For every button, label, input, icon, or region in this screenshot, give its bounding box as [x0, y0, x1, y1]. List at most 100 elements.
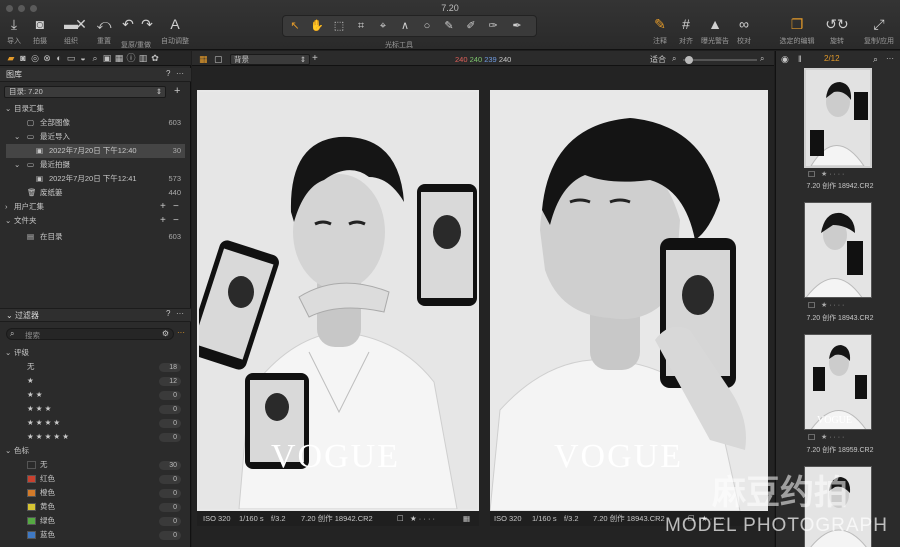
detail-tab-icon[interactable]: ◒ — [78, 53, 88, 63]
rating-row[interactable]: ★ 12 — [0, 374, 191, 388]
color-tag-row[interactable]: 黄色 0 — [0, 500, 191, 514]
plugin-tab-icon[interactable]: ✿ — [150, 53, 160, 63]
thumbnail-18959[interactable]: VOGUE — [804, 334, 872, 430]
recent-imports-item[interactable]: ⌄ ▭ 最近导入 — [0, 130, 191, 144]
folders-group[interactable]: ⌄ 文件夹 + − — [0, 214, 191, 228]
more-icon[interactable]: ··· — [176, 69, 184, 78]
metadata-tab-icon[interactable]: ⓘ — [126, 53, 136, 63]
add-icon[interactable]: + — [160, 200, 166, 214]
rating-row[interactable]: ★ ★ 0 — [0, 388, 191, 402]
add-catalog-icon[interactable]: + — [174, 85, 180, 97]
zoom-out-icon[interactable]: ⌕ — [672, 54, 676, 64]
pan-cursor-tool[interactable]: ✋ — [306, 15, 328, 37]
spot-cursor-tool[interactable]: ○ — [416, 15, 438, 37]
grid-button[interactable]: # 对齐 — [676, 15, 696, 49]
import-session-item[interactable]: ▣ 2022年7月20日 下午12:40 30 — [6, 144, 185, 158]
color-tag-group[interactable]: ⌄ 色标 — [0, 444, 191, 458]
multi-view-icon[interactable]: ▦ — [199, 54, 208, 65]
rotate-cursor-tool[interactable]: ⌖ — [372, 15, 394, 37]
rating-group[interactable]: ⌄ 评级 — [0, 346, 191, 360]
picker-cursor-tool[interactable]: ✎ — [438, 15, 460, 37]
edit-selected-button[interactable]: ❐ 选定的编辑 — [778, 15, 816, 49]
color-tag-row[interactable]: 绿色 0 — [0, 514, 191, 528]
capture-button[interactable]: ◙ 拍摄 — [30, 15, 50, 49]
star-rating[interactable]: ★ · · · · — [821, 301, 844, 309]
batch-tab-icon[interactable]: ▦ — [114, 53, 124, 63]
crop-cursor-tool[interactable]: ⌗ — [350, 15, 372, 37]
rating-row[interactable]: ★ ★ ★ ★ ★ 0 — [0, 430, 191, 444]
thumbnail-18942[interactable] — [804, 68, 872, 168]
rating-row[interactable]: ★ ★ ★ ★ 0 — [0, 416, 191, 430]
remove-icon[interactable]: − — [173, 214, 179, 228]
color-tag-row[interactable]: 蓝色 0 — [0, 528, 191, 542]
settings-icon[interactable]: ⚙ — [162, 329, 169, 338]
keystone-cursor-tool[interactable]: ∧ — [394, 15, 416, 37]
select-checkbox[interactable]: ☐ — [808, 433, 815, 442]
delete-button[interactable]: ✕ — [73, 15, 89, 49]
more-icon[interactable]: ··· — [886, 54, 894, 63]
auto-adjust-button[interactable]: A 自动调整 — [160, 15, 190, 49]
recent-captures-item[interactable]: ⌄ ▭ 最近拍摄 — [0, 158, 191, 172]
remove-icon[interactable]: − — [173, 200, 179, 214]
color-tag-row[interactable]: 无 30 — [0, 458, 191, 472]
help-icon[interactable]: ? — [166, 309, 170, 318]
copy-apply-button[interactable]: ⤢ 复制/应用 — [860, 15, 898, 49]
catalog-select[interactable]: 目录: 7.20 ⇕ — [4, 86, 166, 98]
image-18942[interactable]: VOGUE — [197, 90, 479, 511]
exposure-tab-icon[interactable]: ◐ — [54, 53, 64, 63]
zoom-in-icon[interactable]: ⌕ — [760, 54, 764, 64]
zoom-slider-handle[interactable] — [685, 56, 693, 64]
filter-search-input[interactable]: ⌕ 搜索 ⚙ — [6, 328, 174, 340]
eraser-cursor-tool[interactable]: ✑ — [482, 15, 504, 37]
add-icon[interactable]: + — [160, 214, 166, 228]
capture-session-item[interactable]: ▣ 2022年7月20日 下午12:41 573 — [0, 172, 191, 186]
add-icon[interactable]: + — [312, 53, 318, 64]
color-tag-row[interactable]: 橙色 0 — [0, 486, 191, 500]
background-select[interactable]: 背景 ⇕ — [230, 54, 310, 65]
search-tab-icon[interactable]: ⌕ — [90, 53, 100, 63]
star-rating[interactable]: ★ · · · · — [410, 511, 435, 526]
rating-row[interactable]: 无 18 — [0, 360, 191, 374]
single-view-icon[interactable]: ▢ — [214, 54, 223, 65]
more-icon[interactable]: ··· — [176, 309, 184, 318]
library-tab-icon[interactable]: ▰ — [6, 53, 16, 63]
rating-row[interactable]: ★ ★ ★ 0 — [0, 402, 191, 416]
loupe-cursor-tool[interactable]: ⬚ — [328, 15, 350, 37]
annotate-button[interactable]: ✎ 注释 — [650, 15, 670, 49]
user-collection-group[interactable]: › 用户汇集 + − — [0, 200, 191, 214]
image-18943[interactable]: VOGUE — [490, 90, 768, 511]
more-icon[interactable]: ··· — [177, 328, 185, 337]
exposure-warning-button[interactable]: ▲ 曝光警告 — [700, 15, 730, 49]
lens-tab-icon[interactable]: ◎ — [30, 53, 40, 63]
rotate-button[interactable]: ↺↻ 旋转 — [822, 15, 852, 49]
pause-icon[interactable]: ‖ — [798, 54, 802, 64]
proof-button[interactable]: ∞ 校对 — [733, 15, 755, 49]
draw-cursor-tool[interactable]: ✒ — [506, 15, 528, 37]
import-button[interactable]: ⤓ 导入 — [4, 15, 24, 49]
select-checkbox[interactable]: ☐ — [808, 170, 815, 179]
trash-item[interactable]: 🗑 废纸篓 440 — [0, 186, 191, 200]
eye-icon[interactable]: ◉ — [781, 54, 789, 65]
library-header[interactable]: 图库 — [0, 68, 191, 82]
brush-cursor-tool[interactable]: ✐ — [460, 15, 482, 37]
star-rating[interactable]: ★ · · · · — [821, 170, 844, 178]
zoom-slider[interactable] — [683, 59, 757, 61]
reset-button[interactable]: ⤺ 重置 — [94, 15, 114, 49]
style-tab-icon[interactable]: ▥ — [138, 53, 148, 63]
zoom-fit-label[interactable]: 适合 — [650, 54, 666, 65]
filters-header[interactable]: ⌄ 过滤器 — [0, 308, 191, 322]
search-icon[interactable]: ⌕ — [873, 54, 878, 65]
color-tab-icon[interactable]: ⊗ — [42, 53, 52, 63]
color-tag-icon[interactable]: ▦ — [463, 511, 470, 526]
catalog-collection-group[interactable]: ⌄ 目录汇集 — [0, 102, 191, 116]
in-catalog-item[interactable]: ▤ 在目录 603 — [0, 230, 191, 244]
star-rating[interactable]: ★ · · · · — [821, 433, 844, 441]
output-tab-icon[interactable]: ▣ — [102, 53, 112, 63]
select-checkbox[interactable]: ☐ — [808, 301, 815, 310]
select-cursor-tool[interactable]: ↖ — [284, 15, 306, 37]
select-checkbox[interactable]: ☐ — [397, 511, 404, 526]
thumbnail-18943[interactable] — [804, 202, 872, 298]
local-adjust-tab-icon[interactable]: ▭ — [66, 53, 76, 63]
capture-tab-icon[interactable]: ◙ — [18, 53, 28, 63]
help-icon[interactable]: ? — [166, 69, 170, 78]
